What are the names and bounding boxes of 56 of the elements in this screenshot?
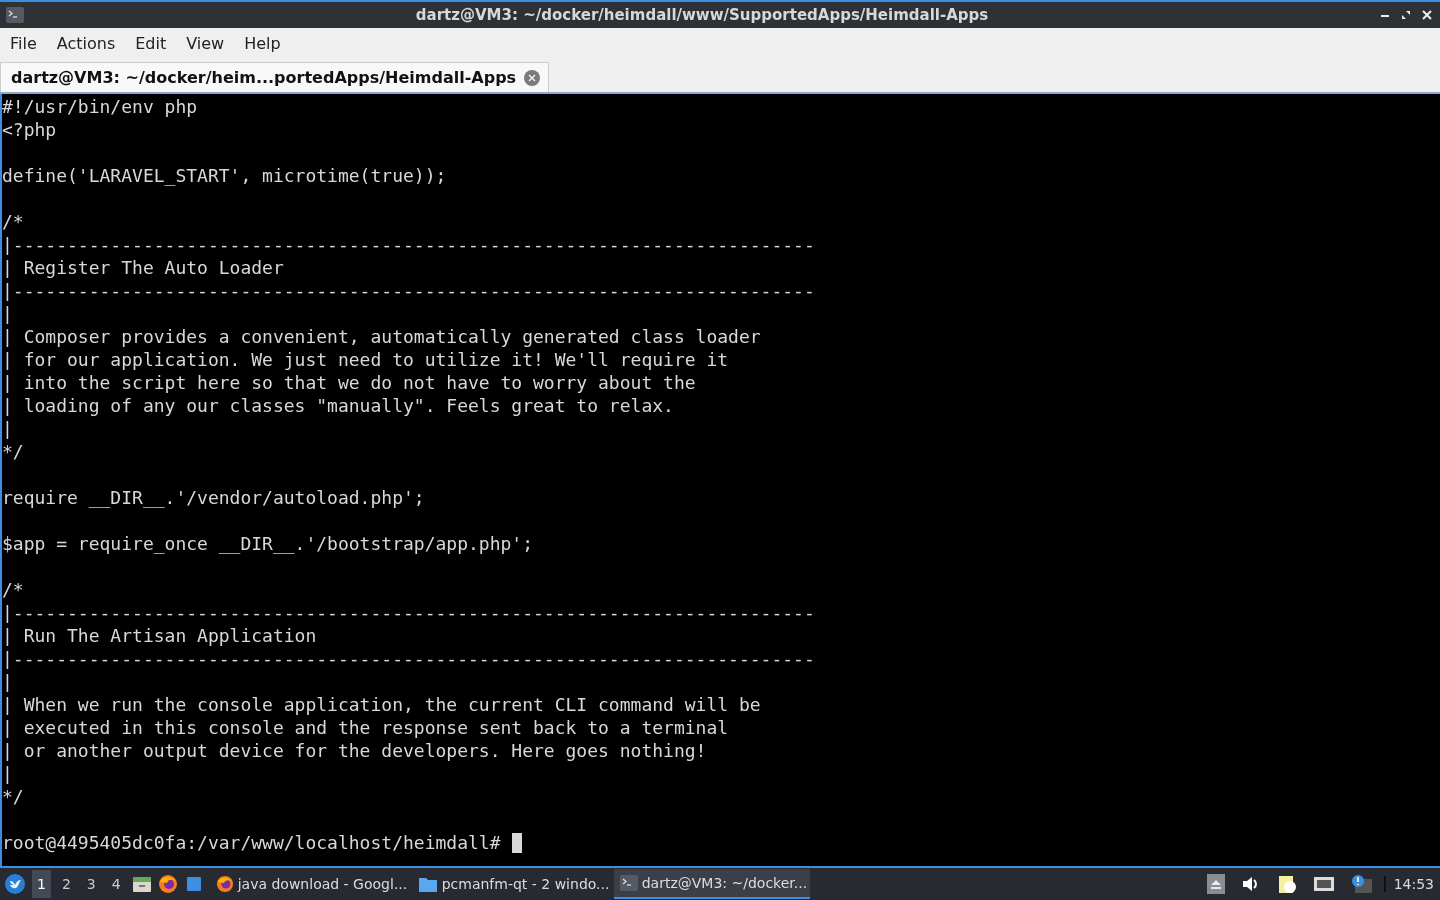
terminal-line: /* xyxy=(2,211,24,232)
terminal-line: | for our application. We just need to utilize it! We'll require it xyxy=(2,349,729,370)
menu-item[interactable]: View xyxy=(176,33,235,53)
workspace-button[interactable]: 4 xyxy=(106,870,126,898)
workspace-button[interactable]: 2 xyxy=(56,870,76,898)
menu-item[interactable]: Actions xyxy=(46,33,126,53)
menu-item[interactable]: File xyxy=(0,33,47,53)
menu-item[interactable]: Help xyxy=(234,33,291,53)
eject-icon[interactable] xyxy=(1206,874,1225,894)
taskbar-window-button[interactable]: dartz@VM3: ~/docker... xyxy=(613,869,810,899)
terminal-line: | xyxy=(2,763,13,784)
terminal-line: | xyxy=(2,418,13,439)
terminal-line: | or another output device for the developers. Here goes nothing! xyxy=(2,740,707,761)
terminal-line: /* xyxy=(2,579,24,600)
terminal-line: | xyxy=(2,671,13,692)
clipboard-icon[interactable] xyxy=(1276,874,1297,894)
text-cursor xyxy=(511,833,522,853)
terminal-line: | executed in this console and the response sent back to a terminal xyxy=(2,717,729,738)
firefox-icon[interactable] xyxy=(157,874,178,894)
terminal-icon xyxy=(6,7,24,23)
window-title: dartz@VM3: ~/docker/heimdall/www/SupportedApps/Heimdall-Apps xyxy=(414,6,990,24)
terminal-line: | Composer provides a convenient, automatically generated class loader xyxy=(2,326,761,347)
maximize-icon[interactable] xyxy=(1401,10,1411,20)
terminal-line: | loading of any our classes "manually". Feels great to relax. xyxy=(2,395,674,416)
menu-item[interactable]: Edit xyxy=(125,33,177,53)
network-icon[interactable] xyxy=(1312,875,1335,893)
terminal-line: #!/usr/bin/env php xyxy=(2,96,198,117)
terminal-line: define('LARAVEL_START', microtime(true)); xyxy=(2,165,447,186)
firefox-icon xyxy=(215,875,234,893)
terminal-line: <?php xyxy=(2,119,57,140)
terminal-line: | Register The Auto Loader xyxy=(2,257,284,278)
terminal-line: |-------------------------------------------------------------------------- xyxy=(2,234,815,255)
terminal-line: |-------------------------------------------------------------------------- xyxy=(2,602,815,623)
close-icon[interactable] xyxy=(1422,10,1432,20)
taskbar-window-button[interactable]: pcmanfm-qt - 2 windo... xyxy=(411,869,608,899)
shell-prompt: root@4495405dc0fa:/var/www/localhost/heimdall# xyxy=(2,832,501,853)
terminal-line: |-------------------------------------------------------------------------- xyxy=(2,280,815,301)
terminal-line: */ xyxy=(2,786,24,807)
workspace-button[interactable]: 1 xyxy=(32,870,51,898)
taskbar-window-button[interactable]: java download - Googl... xyxy=(209,869,406,899)
folder-icon xyxy=(417,875,438,893)
terminal-line: */ xyxy=(2,441,24,462)
terminal-line: | When we run the console application, the current CLI command will be xyxy=(2,694,761,715)
terminal-icon xyxy=(619,875,638,891)
terminal-line: $app = require_once __DIR__.'/bootstrap/app.php'; xyxy=(2,533,533,554)
terminal-line: |-------------------------------------------------------------------------- xyxy=(2,648,815,669)
file-manager-icon[interactable] xyxy=(131,874,152,894)
clock[interactable]: 14:53 xyxy=(1383,876,1434,892)
terminal-line: | xyxy=(2,303,13,324)
terminal-tab[interactable]: dartz@VM3: ~/docker/heim...portedApps/Heimdall-Apps xyxy=(0,62,550,92)
terminal-line: | Run The Artisan Application xyxy=(2,625,317,646)
workspace-button[interactable]: 3 xyxy=(81,870,101,898)
terminal-line: | into the script here so that we do not have to worry about the xyxy=(2,372,696,393)
notification-icon[interactable] xyxy=(1350,874,1373,894)
terminal-line: require __DIR__.'/vendor/autoload.php'; xyxy=(2,487,425,508)
start-menu-icon[interactable] xyxy=(4,873,26,895)
